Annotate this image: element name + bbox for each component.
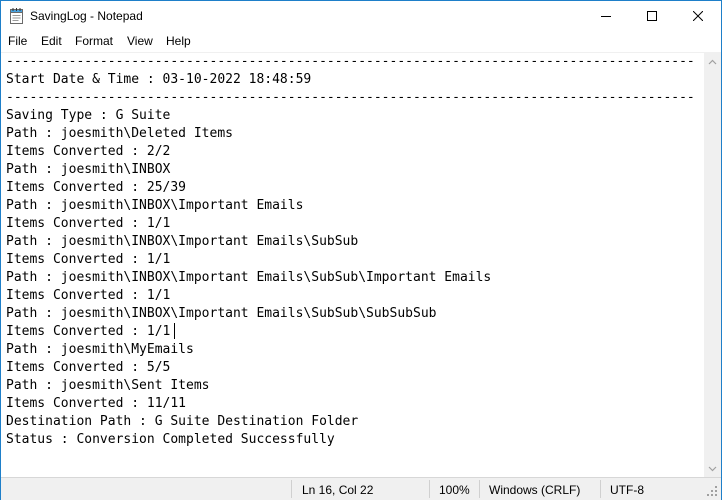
title-bar[interactable]: SavingLog - Notepad: [1, 1, 721, 31]
editor-line: Items Converted : 1/1: [6, 288, 171, 303]
editor-line: Status : Conversion Completed Successful…: [6, 432, 335, 447]
menu-format[interactable]: Format: [75, 34, 113, 48]
scroll-down-button[interactable]: [704, 460, 721, 477]
status-divider: [291, 480, 292, 498]
text-editor[interactable]: ----------------------------------------…: [1, 53, 704, 477]
minimize-button[interactable]: [583, 1, 629, 31]
close-button[interactable]: [675, 1, 721, 31]
vertical-scrollbar[interactable]: [704, 53, 721, 477]
editor-line: Path : joesmith\Deleted Items: [6, 126, 233, 141]
zoom-level: 100%: [439, 483, 470, 497]
editor-line: Items Converted : 11/11: [6, 396, 187, 411]
scroll-up-button[interactable]: [704, 53, 721, 70]
editor-line: ----------------------------------------…: [6, 54, 695, 69]
scroll-up-arrow-icon: [708, 59, 717, 64]
minimize-icon: [601, 16, 611, 17]
status-divider: [479, 480, 480, 498]
text-caret: [174, 323, 175, 339]
close-icon: [693, 11, 703, 21]
cursor-position: Ln 16, Col 22: [302, 483, 374, 497]
editor-line: Path : joesmith\INBOX\Important Emails: [6, 198, 304, 213]
editor-line: Path : joesmith\INBOX\Important Emails\S…: [6, 234, 359, 249]
editor-line: Items Converted : 1/1: [6, 216, 171, 231]
editor-line: Destination Path : G Suite Destination F…: [6, 414, 359, 429]
maximize-icon: [647, 11, 657, 21]
editor-line: Items Converted : 1/1: [6, 324, 171, 339]
resize-grip-icon[interactable]: [706, 485, 718, 497]
notepad-app-icon: [10, 8, 23, 24]
editor-line: Saving Type : G Suite: [6, 108, 171, 123]
scroll-down-arrow-icon: [708, 466, 717, 471]
editor-line: Items Converted : 2/2: [6, 144, 171, 159]
status-divider: [600, 480, 601, 498]
editor-line: Items Converted : 1/1: [6, 252, 171, 267]
menu-bar: File Edit Format View Help: [1, 31, 721, 53]
editor-line: Start Date & Time : 03-10-2022 18:48:59: [6, 72, 312, 87]
status-bar: Ln 16, Col 22 100% Windows (CRLF) UTF-8: [1, 477, 721, 500]
editor-line: Path : joesmith\INBOX\Important Emails\S…: [6, 306, 437, 321]
encoding: UTF-8: [610, 483, 644, 497]
maximize-button[interactable]: [629, 1, 675, 31]
editor-line: ----------------------------------------…: [6, 90, 695, 105]
editor-line: Items Converted : 5/5: [6, 360, 171, 375]
notepad-window: SavingLog - Notepad File Edit Format Vie…: [0, 0, 722, 500]
editor-line: Path : joesmith\INBOX\Important Emails\S…: [6, 270, 492, 285]
editor-line: Items Converted : 25/39: [6, 180, 187, 195]
window-title: SavingLog - Notepad: [30, 9, 143, 23]
menu-help[interactable]: Help: [166, 34, 191, 48]
editor-line: Path : joesmith\Sent Items: [6, 378, 210, 393]
editor-line: Path : joesmith\MyEmails: [6, 342, 194, 357]
menu-edit[interactable]: Edit: [41, 34, 62, 48]
editor-line: Path : joesmith\INBOX: [6, 162, 171, 177]
line-ending: Windows (CRLF): [489, 483, 581, 497]
menu-view[interactable]: View: [127, 34, 153, 48]
status-divider: [429, 480, 430, 498]
menu-file[interactable]: File: [8, 34, 27, 48]
